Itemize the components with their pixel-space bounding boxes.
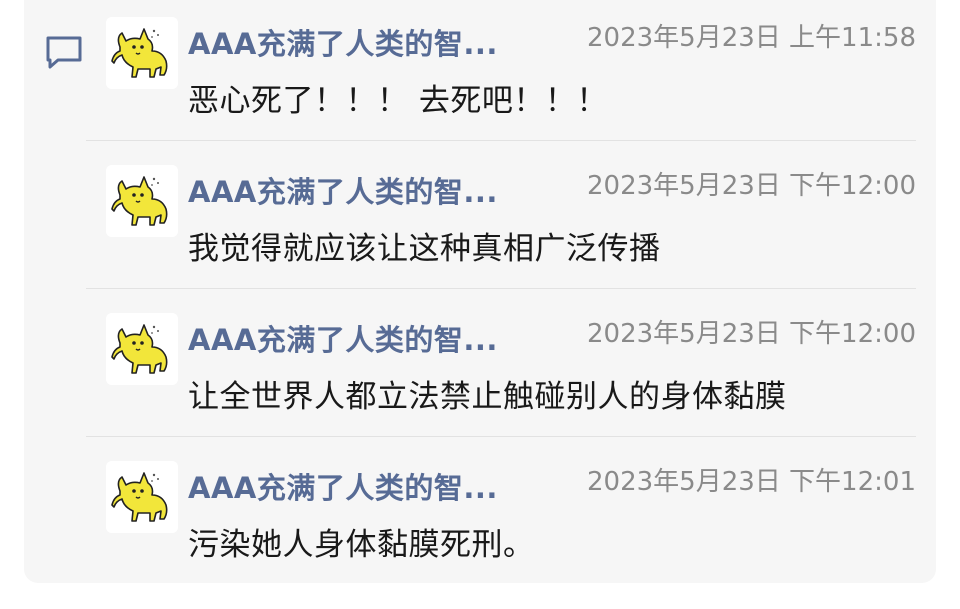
comment-author[interactable]: AAA充满了人类的智... xyxy=(188,169,498,211)
avatar[interactable] xyxy=(106,165,178,237)
divider xyxy=(86,436,916,437)
avatar[interactable] xyxy=(106,313,178,385)
comment-timestamp: 2023年5月23日 下午12:01 xyxy=(587,467,916,497)
divider xyxy=(86,140,916,141)
comment-item: AAA充满了人类的智... 2023年5月23日 上午11:58 恶心死了！！！… xyxy=(106,17,916,165)
comment-text: 我觉得就应该让这种真相广泛传播 xyxy=(188,231,661,267)
yellow-cat-avatar-icon xyxy=(106,165,178,237)
comment-author[interactable]: AAA充满了人类的智... xyxy=(188,465,498,507)
yellow-cat-avatar-icon xyxy=(106,461,178,533)
comment-item: AAA充满了人类的智... 2023年5月23日 下午12:01 污染她人身体黏… xyxy=(106,461,916,609)
comment-timestamp: 2023年5月23日 下午12:00 xyxy=(587,319,916,349)
divider xyxy=(86,288,916,289)
avatar[interactable] xyxy=(106,461,178,533)
comment-timestamp: 2023年5月23日 下午12:00 xyxy=(587,171,916,201)
comment-author[interactable]: AAA充满了人类的智... xyxy=(188,21,498,63)
avatar[interactable] xyxy=(106,17,178,89)
comment-text: 恶心死了！！！ 去死吧！！！ xyxy=(188,83,608,119)
comment-item: AAA充满了人类的智... 2023年5月23日 下午12:00 我觉得就应该让… xyxy=(106,165,916,313)
comment-icon xyxy=(46,36,82,69)
comment-text: 让全世界人都立法禁止触碰别人的身体黏膜 xyxy=(188,379,787,415)
yellow-cat-avatar-icon xyxy=(106,313,178,385)
comment-item: AAA充满了人类的智... 2023年5月23日 下午12:00 让全世界人都立… xyxy=(106,313,916,461)
comment-text: 污染她人身体黏膜死刑。 xyxy=(188,527,535,563)
comment-author[interactable]: AAA充满了人类的智... xyxy=(188,317,498,359)
comment-timestamp: 2023年5月23日 上午11:58 xyxy=(587,23,916,53)
yellow-cat-avatar-icon xyxy=(106,17,178,89)
